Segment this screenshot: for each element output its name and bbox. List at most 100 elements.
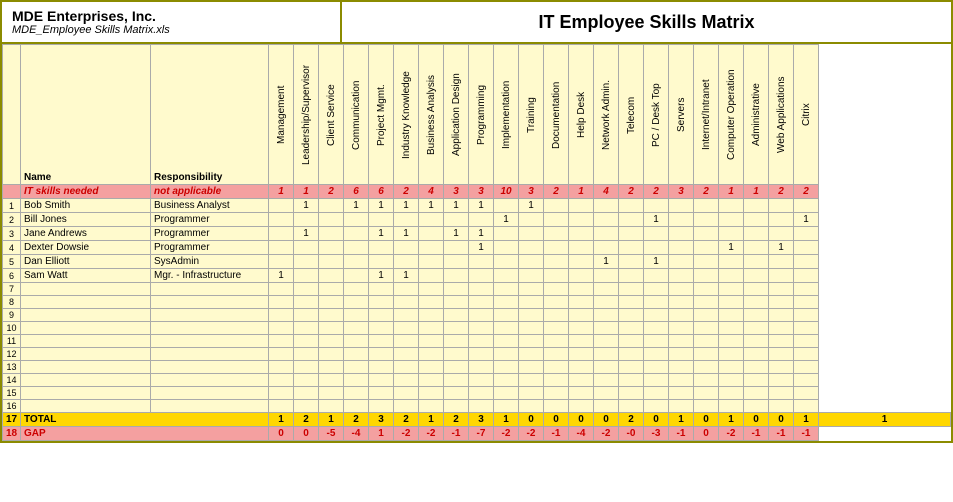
total-val-4: 3 — [369, 413, 394, 427]
emp-1-val-12 — [569, 213, 594, 227]
row-num-4: 5 — [3, 255, 21, 269]
emp-0-val-19 — [744, 199, 769, 213]
emp-5-val-20 — [769, 269, 794, 283]
emp-10-val-10 — [519, 335, 544, 348]
skill-header-0: Management — [269, 45, 294, 185]
needed-val-6: 4 — [419, 185, 444, 199]
skill-header-12: Help Desk — [569, 45, 594, 185]
emp-8-val-12 — [569, 309, 594, 322]
skill-header-9: Implementation — [494, 45, 519, 185]
skill-header-17: Internet/Intranet — [694, 45, 719, 185]
emp-12-val-8 — [469, 361, 494, 374]
employee-row-12: 13 — [3, 361, 951, 374]
emp-1-val-13 — [594, 213, 619, 227]
emp-9-val-10 — [519, 322, 544, 335]
emp-8-val-17 — [694, 309, 719, 322]
emp-0-val-8: 1 — [469, 199, 494, 213]
emp-5-val-1 — [294, 269, 319, 283]
emp-2-val-6 — [419, 227, 444, 241]
emp-10-val-0 — [269, 335, 294, 348]
skill-header-18: Computer Operation — [719, 45, 744, 185]
emp-5-val-12 — [569, 269, 594, 283]
emp-0-val-7: 1 — [444, 199, 469, 213]
emp-4-val-9 — [494, 255, 519, 269]
emp-14-val-12 — [569, 387, 594, 400]
emp-11-val-1 — [294, 348, 319, 361]
emp-8-val-1 — [294, 309, 319, 322]
total-val-7: 2 — [444, 413, 469, 427]
emp-8-val-21 — [794, 309, 819, 322]
emp-15-val-2 — [319, 400, 344, 413]
emp-13-val-8 — [469, 374, 494, 387]
emp-12-val-16 — [669, 361, 694, 374]
emp-6-val-15 — [644, 283, 669, 296]
emp-0-val-20 — [769, 199, 794, 213]
needed-val-16: 3 — [669, 185, 694, 199]
emp-14-val-2 — [319, 387, 344, 400]
emp-11-val-7 — [444, 348, 469, 361]
company-box: MDE Enterprises, Inc. MDE_Employee Skill… — [2, 2, 342, 42]
emp-1-val-15: 1 — [644, 213, 669, 227]
emp-0-val-4: 1 — [369, 199, 394, 213]
total-val-14: 2 — [619, 413, 644, 427]
emp-1-val-9: 1 — [494, 213, 519, 227]
emp-14-val-3 — [344, 387, 369, 400]
employee-name-14 — [21, 387, 151, 400]
emp-6-val-13 — [594, 283, 619, 296]
total-label: TOTAL — [21, 413, 269, 427]
gap-val-3: -4 — [344, 427, 369, 441]
emp-0-val-10: 1 — [519, 199, 544, 213]
emp-9-val-1 — [294, 322, 319, 335]
gap-val-20: -1 — [769, 427, 794, 441]
emp-0-val-17 — [694, 199, 719, 213]
emp-11-val-6 — [419, 348, 444, 361]
needed-responsibility: not applicable — [151, 185, 269, 199]
emp-9-val-11 — [544, 322, 569, 335]
gap-val-14: -0 — [619, 427, 644, 441]
emp-15-val-12 — [569, 400, 594, 413]
emp-7-val-4 — [369, 296, 394, 309]
emp-10-val-8 — [469, 335, 494, 348]
emp-7-val-19 — [744, 296, 769, 309]
emp-1-val-5 — [394, 213, 419, 227]
emp-8-val-16 — [669, 309, 694, 322]
employee-row-10: 11 — [3, 335, 951, 348]
employee-resp-12 — [151, 361, 269, 374]
needed-val-17: 2 — [694, 185, 719, 199]
emp-4-val-12 — [569, 255, 594, 269]
total-val-9: 1 — [494, 413, 519, 427]
emp-6-val-20 — [769, 283, 794, 296]
emp-4-val-11 — [544, 255, 569, 269]
skill-header-20: Web Applications — [769, 45, 794, 185]
emp-7-val-1 — [294, 296, 319, 309]
emp-2-val-7: 1 — [444, 227, 469, 241]
total-val-5: 2 — [394, 413, 419, 427]
emp-0-val-2 — [319, 199, 344, 213]
emp-10-val-2 — [319, 335, 344, 348]
emp-3-val-1 — [294, 241, 319, 255]
emp-6-val-16 — [669, 283, 694, 296]
emp-8-val-4 — [369, 309, 394, 322]
emp-8-val-0 — [269, 309, 294, 322]
emp-15-val-18 — [719, 400, 744, 413]
emp-12-val-10 — [519, 361, 544, 374]
emp-9-val-6 — [419, 322, 444, 335]
emp-15-val-4 — [369, 400, 394, 413]
needed-val-20: 2 — [769, 185, 794, 199]
emp-8-val-14 — [619, 309, 644, 322]
emp-2-val-1: 1 — [294, 227, 319, 241]
employee-name-12 — [21, 361, 151, 374]
emp-1-val-6 — [419, 213, 444, 227]
gap-val-18: -2 — [719, 427, 744, 441]
emp-12-val-0 — [269, 361, 294, 374]
employee-name-13 — [21, 374, 151, 387]
emp-0-val-0 — [269, 199, 294, 213]
employee-name-3: Dexter Dowsie — [21, 241, 151, 255]
emp-8-val-19 — [744, 309, 769, 322]
emp-3-val-8: 1 — [469, 241, 494, 255]
emp-14-val-21 — [794, 387, 819, 400]
gap-val-0: 0 — [269, 427, 294, 441]
emp-12-val-13 — [594, 361, 619, 374]
emp-8-val-5 — [394, 309, 419, 322]
emp-5-val-7 — [444, 269, 469, 283]
